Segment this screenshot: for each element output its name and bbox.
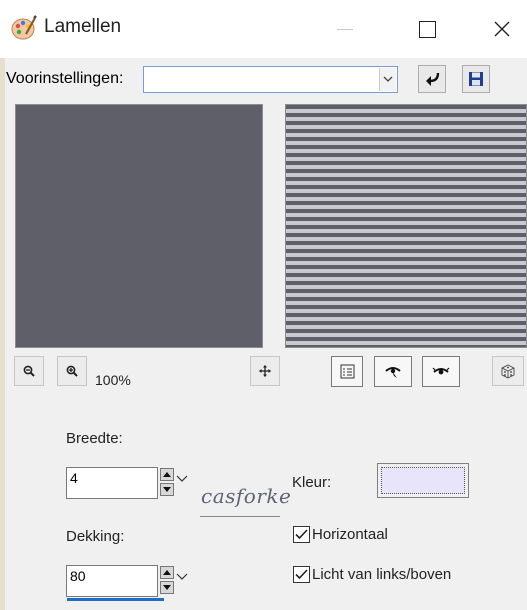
dekking-input[interactable]: 80 (66, 565, 158, 597)
decrement-icon[interactable] (160, 483, 174, 496)
reset-arrow-icon (426, 72, 440, 86)
list-view-button[interactable] (331, 356, 363, 387)
original-preview[interactable] (15, 104, 263, 348)
dice-icon (501, 364, 515, 379)
increment-icon[interactable] (160, 468, 174, 481)
breedte-label: Breedte: (66, 430, 123, 447)
floppy-disk-icon (469, 72, 483, 86)
chevron-down-icon[interactable] (176, 475, 188, 483)
save-preset-button[interactable] (462, 65, 490, 93)
minimize-icon (337, 28, 353, 30)
dekking-stepper[interactable]: 80 (66, 565, 191, 597)
zoom-level: 100% (95, 372, 131, 388)
pan-button[interactable] (250, 356, 280, 386)
maximize-icon (418, 20, 436, 38)
horizontaal-checkbox[interactable]: Horizontaal (293, 526, 388, 543)
close-icon (494, 21, 510, 37)
watermark-text: casforke (201, 484, 292, 508)
checkmark-icon[interactable] (293, 566, 310, 583)
kleur-color-fill (381, 467, 465, 494)
kleur-color-swatch[interactable] (377, 463, 469, 498)
watermark-underline (200, 516, 280, 517)
breedte-input[interactable]: 4 (66, 467, 158, 499)
palette-icon (10, 14, 38, 42)
horizontaal-label: Horizontaal (312, 526, 388, 543)
chevron-down-icon[interactable] (379, 68, 396, 91)
title-bar: Lamellen (0, 0, 527, 58)
randomize-button[interactable] (492, 356, 524, 386)
dekking-slider-bar[interactable] (67, 598, 164, 601)
zoom-in-button[interactable] (57, 356, 87, 386)
increment-icon[interactable] (160, 566, 174, 579)
checkmark-icon[interactable] (293, 526, 310, 543)
watermark-logo: casforke (198, 484, 291, 524)
minimize-button[interactable] (317, 0, 373, 58)
dekking-label: Dekking: (66, 528, 125, 545)
move-arrows-icon (259, 365, 271, 377)
reset-preset-button[interactable] (418, 65, 446, 93)
licht-checkbox[interactable]: Licht van links/boven (293, 566, 451, 583)
result-preview[interactable] (285, 104, 527, 348)
list-view-icon (340, 364, 354, 379)
maximize-button[interactable] (399, 0, 455, 58)
eye-pointer-icon (385, 366, 401, 378)
presets-dropdown[interactable] (143, 66, 398, 93)
close-button[interactable] (474, 0, 527, 58)
window-title: Lamellen (44, 16, 122, 37)
zoom-in-icon (66, 365, 78, 377)
kleur-label: Kleur: (292, 474, 332, 491)
preview-toggle-button[interactable] (374, 356, 412, 387)
window-frame (0, 0, 5, 610)
breedte-stepper[interactable]: 4 (66, 467, 191, 499)
presets-label: Voorinstellingen: (6, 70, 124, 87)
zoom-out-icon (23, 365, 35, 377)
decrement-icon[interactable] (160, 581, 174, 594)
chevron-down-icon[interactable] (176, 573, 188, 581)
show-effect-button[interactable] (422, 356, 460, 387)
zoom-out-button[interactable] (14, 356, 44, 386)
licht-label: Licht van links/boven (312, 566, 452, 583)
eye-icon (432, 367, 450, 374)
